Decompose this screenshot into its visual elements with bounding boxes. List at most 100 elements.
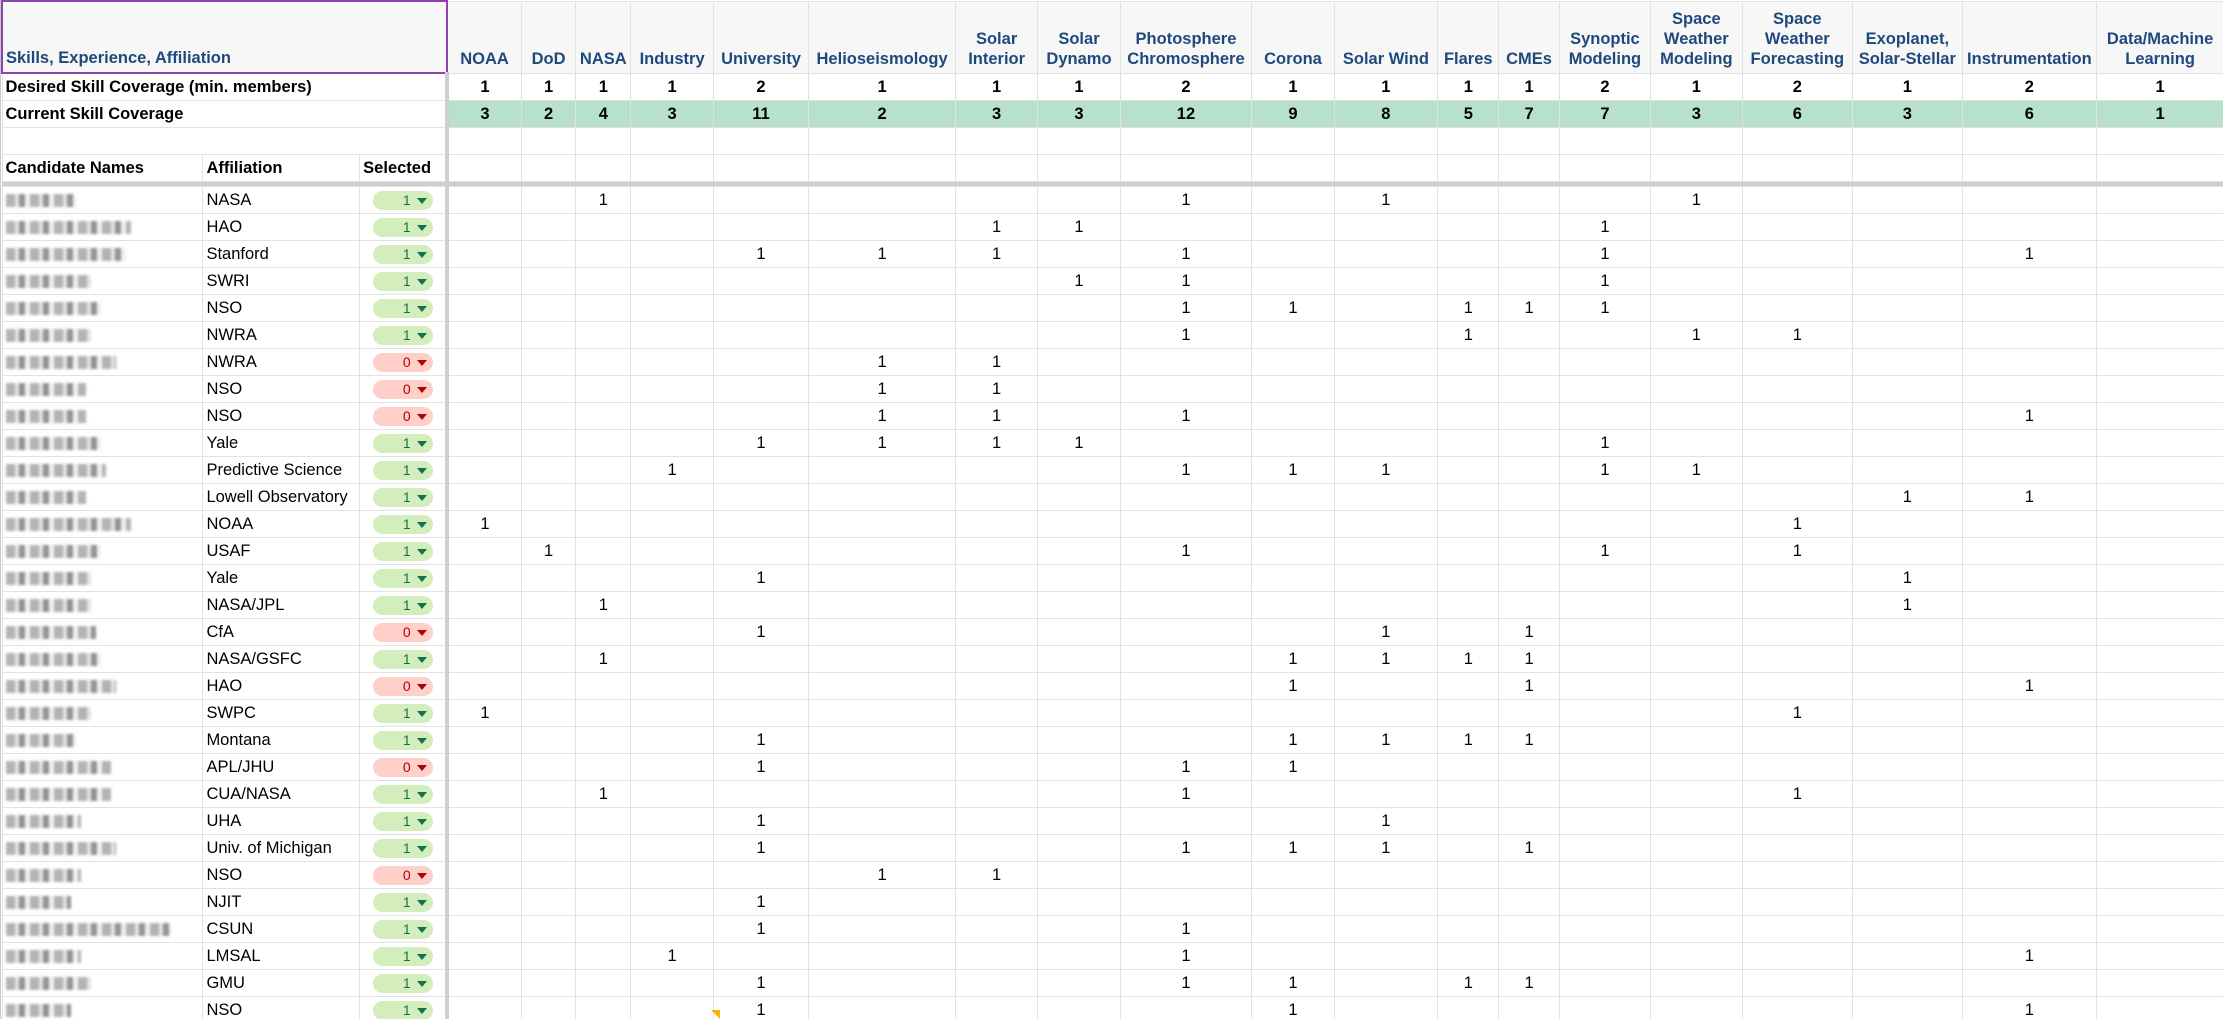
skill-value-cell[interactable]	[1037, 888, 1121, 916]
affiliation-cell[interactable]: Yale	[202, 564, 361, 592]
skill-value-cell[interactable]	[1437, 213, 1500, 241]
skill-value-cell[interactable]: 1	[712, 564, 810, 592]
skill-value-cell[interactable]	[630, 618, 714, 646]
dropdown-arrow-icon[interactable]	[416, 764, 427, 771]
candidate-row[interactable]: CfA 0 1 1 1	[1, 618, 2223, 646]
skill-value-cell[interactable]	[808, 591, 956, 619]
selected-dropdown-chip[interactable]: 0	[372, 407, 433, 426]
selected-cell[interactable]: 1	[359, 888, 450, 916]
skill-value-cell[interactable]	[446, 618, 522, 646]
candidate-name-cell[interactable]	[1, 996, 204, 1019]
selected-cell[interactable]: 0	[359, 861, 450, 889]
current-value[interactable]: 11	[712, 100, 810, 128]
selected-cell[interactable]: 1	[359, 456, 450, 484]
skill-value-cell[interactable]	[575, 618, 632, 646]
skill-value-cell[interactable]	[1119, 807, 1253, 835]
skill-value-cell[interactable]: 1	[1498, 726, 1560, 754]
selected-dropdown-chip[interactable]: 1	[372, 1001, 433, 1019]
candidate-name-cell[interactable]	[1, 753, 204, 781]
skill-value-cell[interactable]: 1	[1498, 672, 1560, 700]
skill-value-cell[interactable]	[520, 510, 577, 538]
skill-value-cell[interactable]	[1498, 267, 1560, 295]
skill-value-cell[interactable]	[712, 645, 810, 673]
skill-value-cell[interactable]: 1	[712, 834, 810, 862]
affiliation-cell[interactable]: SWRI	[202, 267, 361, 295]
skill-value-cell[interactable]	[1333, 321, 1439, 349]
skill-value-cell[interactable]	[2096, 240, 2223, 268]
selected-dropdown-chip[interactable]: 1	[372, 245, 433, 264]
skill-value-cell[interactable]	[2096, 942, 2223, 970]
skill-value-cell[interactable]	[1498, 780, 1560, 808]
skill-value-cell[interactable]	[1037, 321, 1121, 349]
skill-value-cell[interactable]	[2096, 861, 2223, 889]
skill-value-cell[interactable]	[1498, 564, 1560, 592]
skill-value-cell[interactable]	[2096, 699, 2223, 727]
selected-dropdown-chip[interactable]: 1	[372, 704, 433, 723]
candidate-name-cell[interactable]	[1, 942, 204, 970]
current-value[interactable]: 6	[1961, 100, 2098, 128]
blank-cell[interactable]	[575, 127, 632, 155]
skill-value-cell[interactable]	[1961, 780, 2098, 808]
skill-value-cell[interactable]	[520, 483, 577, 511]
skill-value-cell[interactable]	[1741, 294, 1854, 322]
candidate-name-cell[interactable]	[1, 186, 204, 214]
skill-value-cell[interactable]	[808, 969, 956, 997]
skill-value-cell[interactable]	[630, 645, 714, 673]
candidate-row[interactable]: NSO 0 1 1	[1, 375, 2223, 403]
skill-value-cell[interactable]	[1437, 456, 1500, 484]
affiliation-cell[interactable]: USAF	[202, 537, 361, 565]
affiliation-cell[interactable]: Montana	[202, 726, 361, 754]
skill-value-cell[interactable]	[1437, 807, 1500, 835]
desired-label[interactable]: Desired Skill Coverage (min. members)	[1, 72, 450, 101]
skill-value-cell[interactable]	[1333, 294, 1439, 322]
skill-value-cell[interactable]: 1	[1119, 294, 1253, 322]
skill-value-cell[interactable]	[1741, 267, 1854, 295]
candidate-name-cell[interactable]	[1, 240, 204, 268]
dropdown-arrow-icon[interactable]	[416, 1007, 427, 1014]
selected-cell[interactable]: 0	[359, 348, 450, 376]
skill-value-cell[interactable]: 1	[1037, 213, 1121, 241]
dropdown-arrow-icon[interactable]	[416, 359, 427, 366]
skill-value-cell[interactable]: 1	[1251, 726, 1335, 754]
candidate-row[interactable]: NWRA 1 1 1 1 1	[1, 321, 2223, 349]
skill-value-cell[interactable]	[712, 672, 810, 700]
skill-header[interactable]: Synoptic Modeling	[1558, 0, 1652, 74]
blank-cell[interactable]	[712, 154, 810, 182]
skill-value-cell[interactable]	[954, 672, 1039, 700]
skill-value-cell[interactable]	[1037, 780, 1121, 808]
skill-value-cell[interactable]	[1852, 402, 1963, 430]
selected-cell[interactable]: 1	[359, 510, 450, 538]
selected-dropdown-chip[interactable]: 1	[372, 731, 433, 750]
skill-value-cell[interactable]: 1	[1650, 186, 1743, 214]
skill-value-cell[interactable]	[630, 834, 714, 862]
dropdown-arrow-icon[interactable]	[416, 521, 427, 528]
selected-dropdown-chip[interactable]: 1	[372, 326, 433, 345]
skill-value-cell[interactable]	[1037, 699, 1121, 727]
skill-value-cell[interactable]	[2096, 996, 2223, 1019]
skill-value-cell[interactable]	[1852, 240, 1963, 268]
selected-cell[interactable]: 1	[359, 807, 450, 835]
skill-value-cell[interactable]	[630, 861, 714, 889]
skill-value-cell[interactable]: 1	[808, 240, 956, 268]
skill-value-cell[interactable]	[1852, 996, 1963, 1019]
skill-value-cell[interactable]	[1852, 915, 1963, 943]
dropdown-arrow-icon[interactable]	[416, 440, 427, 447]
skill-value-cell[interactable]	[2096, 753, 2223, 781]
skill-value-cell[interactable]	[712, 375, 810, 403]
skill-value-cell[interactable]	[808, 537, 956, 565]
selected-dropdown-chip[interactable]: 1	[372, 218, 433, 237]
skill-value-cell[interactable]: 1	[1558, 456, 1652, 484]
skill-value-cell[interactable]	[2096, 618, 2223, 646]
skill-value-cell[interactable]	[954, 888, 1039, 916]
skill-value-cell[interactable]	[1852, 807, 1963, 835]
skill-value-cell[interactable]	[520, 213, 577, 241]
skill-value-cell[interactable]	[520, 240, 577, 268]
skill-value-cell[interactable]	[1650, 753, 1743, 781]
skill-value-cell[interactable]	[446, 456, 522, 484]
skill-value-cell[interactable]	[575, 888, 632, 916]
skill-value-cell[interactable]	[446, 753, 522, 781]
skill-value-cell[interactable]	[1437, 672, 1500, 700]
affiliation-cell[interactable]: Yale	[202, 429, 361, 457]
skill-value-cell[interactable]	[1558, 564, 1652, 592]
skill-value-cell[interactable]	[1961, 915, 2098, 943]
